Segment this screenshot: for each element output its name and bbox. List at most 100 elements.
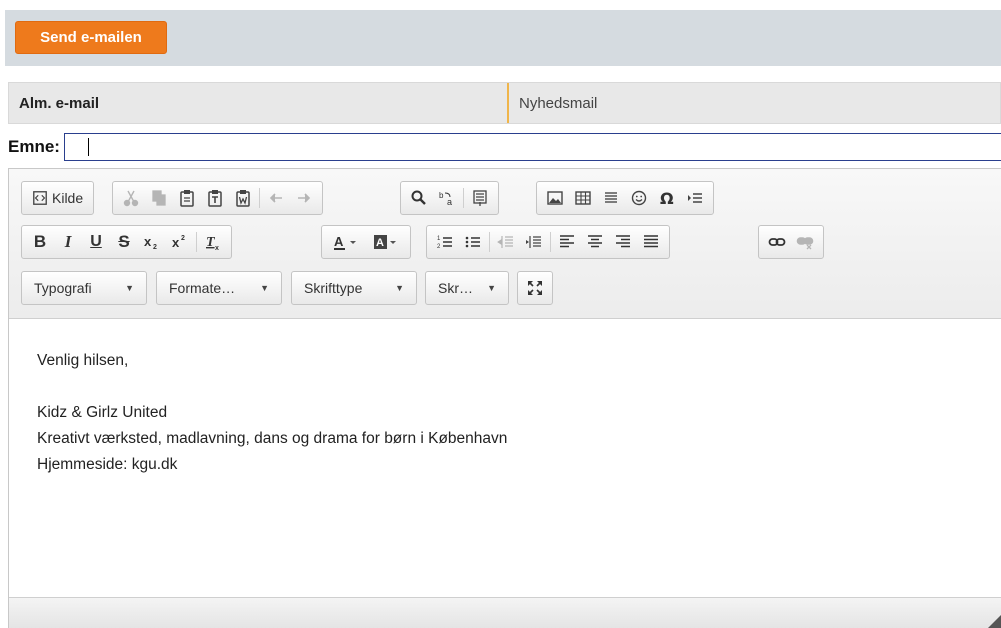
chevron-down-icon: ▼ (125, 283, 134, 293)
signature-tagline: Kreativt værksted, madlavning, dans og d… (37, 430, 508, 447)
redo-button[interactable] (290, 185, 318, 211)
styles-dropdown-label: Typografi (34, 280, 92, 296)
find-button[interactable] (405, 185, 433, 211)
subscript-button[interactable]: x2 (138, 229, 166, 255)
signature-website: Hjemmeside: kgu.dk (37, 456, 178, 473)
increase-indent-button[interactable] (520, 229, 548, 255)
source-button[interactable]: Kilde (26, 185, 89, 211)
editor-toolbar: Kilde ba Ω B I U S x 2 x 2 T x A A 1 2 T… (9, 169, 1001, 319)
text-color-button[interactable]: A (326, 229, 366, 255)
special-char-button[interactable]: Ω (653, 185, 681, 211)
svg-text:x: x (144, 234, 152, 249)
select-all-icon (473, 190, 487, 206)
italic-button[interactable]: I (54, 229, 82, 255)
tab-standard-email[interactable]: Alm. e-mail (9, 83, 509, 123)
table-button[interactable] (569, 185, 597, 211)
remove-format-button[interactable]: Tx (199, 229, 227, 255)
strikethrough-button[interactable]: S (110, 229, 138, 255)
format-dropdown[interactable]: Formate… ▼ (156, 271, 282, 305)
omega-icon: Ω (660, 189, 674, 207)
svg-text:2: 2 (153, 244, 157, 251)
paragraph-group: 12 (426, 225, 670, 259)
decrease-indent-button[interactable] (492, 229, 520, 255)
copy-button[interactable] (145, 185, 173, 211)
image-button[interactable] (541, 185, 569, 211)
smiley-button[interactable] (625, 185, 653, 211)
undo-button[interactable] (262, 185, 290, 211)
format-dropdown-label: Formate… (169, 280, 236, 296)
smiley-icon (631, 190, 647, 206)
text-color-icon: A (334, 234, 356, 250)
paste-word-button[interactable] (229, 185, 257, 211)
toolbar-separator (489, 232, 490, 252)
unlink-button[interactable] (791, 229, 819, 255)
svg-text:Ω: Ω (660, 189, 674, 207)
chevron-down-icon: ▼ (487, 283, 496, 293)
svg-text:x: x (215, 245, 219, 251)
numbered-list-button[interactable]: 12 (431, 229, 459, 255)
remove-format-icon: Tx (206, 235, 219, 251)
bg-color-icon: A (374, 235, 396, 249)
font-dropdown-label: Skrifttype (304, 280, 363, 296)
superscript-button[interactable]: x2 (166, 229, 194, 255)
editor-content[interactable]: Venlig hilsen, Kidz & Girlz United Kreat… (9, 320, 1001, 598)
copy-icon (152, 190, 166, 206)
strikethrough-icon: S (118, 232, 130, 251)
table-icon (575, 191, 591, 205)
maximize-icon (528, 281, 542, 295)
select-all-button[interactable] (466, 185, 494, 211)
underline-icon: U (90, 233, 102, 250)
font-size-dropdown[interactable]: Skr… ▼ (425, 271, 509, 305)
page-break-button[interactable] (681, 185, 709, 211)
superscript-icon: x2 (172, 235, 185, 250)
source-group: Kilde (21, 181, 95, 215)
italic-icon: I (64, 232, 72, 251)
bold-button[interactable]: B (26, 229, 54, 255)
align-center-button[interactable] (581, 229, 609, 255)
underline-button[interactable]: U (82, 229, 110, 255)
page-break-icon (688, 193, 702, 203)
toolbar-separator (259, 188, 260, 208)
bg-color-button[interactable]: A (366, 229, 406, 255)
svg-text:2: 2 (181, 235, 185, 242)
svg-text:b: b (439, 191, 444, 200)
toolbar-separator (550, 232, 551, 252)
paste-text-button[interactable] (201, 185, 229, 211)
align-right-button[interactable] (609, 229, 637, 255)
send-email-button[interactable]: Send e-mailen (15, 21, 167, 54)
resize-handle-icon[interactable] (987, 615, 1001, 628)
align-left-button[interactable] (553, 229, 581, 255)
justify-button[interactable] (637, 229, 665, 255)
text-caret (88, 138, 89, 156)
chevron-down-icon: ▼ (395, 283, 404, 293)
bullet-list-button[interactable] (459, 229, 487, 255)
horizontal-line-icon (605, 192, 617, 203)
svg-text:2: 2 (437, 244, 441, 250)
maximize-group (517, 271, 553, 305)
clipboard-icon (180, 190, 194, 207)
font-dropdown[interactable]: Skrifttype ▼ (291, 271, 417, 305)
link-button[interactable] (763, 229, 791, 255)
svg-text:A: A (376, 237, 384, 249)
numbered-list-icon: 12 (437, 236, 452, 250)
cut-button[interactable] (117, 185, 145, 211)
replace-button[interactable]: ba (433, 185, 461, 211)
paste-button[interactable] (173, 185, 201, 211)
link-icon (768, 238, 786, 246)
tab-newsletter[interactable]: Nyhedsmail (509, 83, 1000, 123)
outdent-icon (497, 236, 513, 248)
horizontal-line-button[interactable] (597, 185, 625, 211)
subject-label: Emne: (8, 137, 60, 156)
basic-styles-group: B I U S x2 x2 Tx (21, 225, 232, 259)
colors-group: A A (321, 225, 411, 259)
bullet-list-icon (465, 236, 480, 248)
subject-input[interactable] (63, 133, 1001, 161)
undo-arrow-icon (269, 193, 282, 203)
toolbar-separator (196, 232, 197, 252)
image-icon (547, 191, 563, 205)
editor-footer (9, 597, 1001, 628)
maximize-button[interactable] (521, 275, 549, 301)
replace-icon: ba (439, 191, 452, 207)
email-type-tabs: Alm. e-mail Nyhedsmail (8, 82, 1001, 124)
styles-dropdown[interactable]: Typografi ▼ (21, 271, 147, 305)
